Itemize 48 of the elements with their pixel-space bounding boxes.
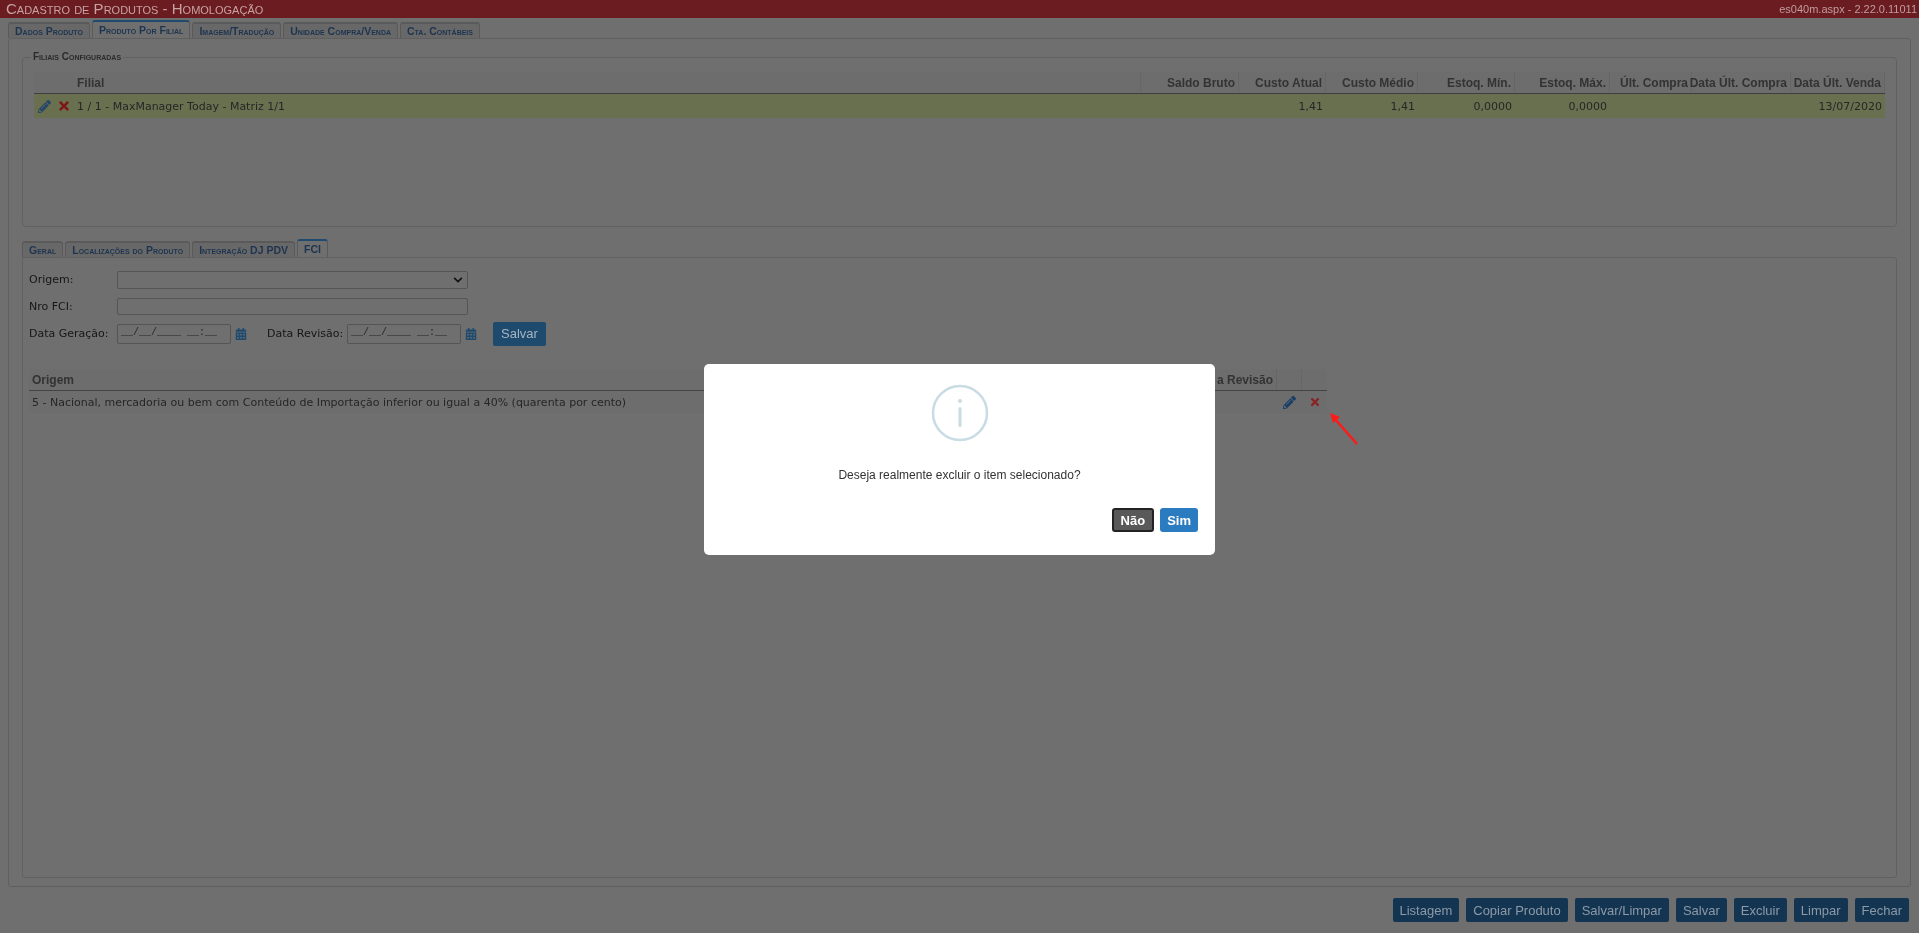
column-header: Custo Atual — [1255, 75, 1322, 90]
column-header: a Revisão — [1217, 372, 1274, 387]
table-cell: 0,0000 — [1568, 99, 1607, 113]
table-cell: 5 - Nacional, mercadoria ou bem com Conteúdo de Importação inferior ou igual a 40% (quarenta por cento) — [32, 395, 626, 409]
column-header: Estoq. Mín. — [1447, 75, 1511, 90]
footer-button[interactable]: Copiar Produto — [1466, 898, 1568, 922]
table-cell: 13/07/2020 — [1818, 99, 1882, 113]
field-label: Nro FCI: — [29, 300, 74, 313]
table-cell: 1,41 — [1298, 99, 1323, 113]
table-cell: 1,41 — [1390, 99, 1415, 113]
footer-button[interactable]: Salvar/Limpar — [1574, 898, 1669, 922]
panel-legend: Filiais Configuradas — [31, 51, 124, 62]
column-header: Data Últ. Compra — [1689, 75, 1787, 90]
page-title: Cadastro de Produtos - Homologação — [6, 0, 264, 18]
tab[interactable]: Dados Produto — [8, 22, 90, 38]
column-header: Últ. Compra — [1620, 75, 1688, 90]
footer-button[interactable]: Limpar — [1793, 898, 1848, 922]
date-field[interactable]: __/__/____ __:__ — [347, 323, 461, 344]
column-header: Saldo Bruto — [1167, 75, 1235, 90]
table-cell: 1 / 1 - MaxManager Today - Matriz 1/1 — [77, 99, 285, 113]
tab[interactable]: FCI — [297, 239, 328, 257]
tab[interactable]: Integração DJ PDV — [192, 241, 295, 257]
dialog-message: Deseja realmente excluir o item selecionado? — [838, 468, 1081, 482]
tab[interactable]: Cta. Contábeis — [400, 22, 480, 38]
table-cell: 0,0000 — [1473, 99, 1512, 113]
tab[interactable]: Unidade Compra/Venda — [283, 22, 398, 38]
footer-button[interactable]: Excluir — [1733, 898, 1787, 922]
column-header: Estoq. Máx. — [1539, 75, 1606, 90]
tab[interactable]: Imagem/Tradução — [192, 22, 282, 38]
footer-button[interactable]: Fechar — [1854, 898, 1909, 922]
field-label: Data Revisão: — [267, 327, 345, 340]
column-header: Filial — [77, 75, 105, 90]
column-header: Data Últ. Venda — [1793, 75, 1881, 90]
date-field[interactable]: __/__/____ __:__ — [117, 323, 231, 344]
field-label: Data Geração: — [29, 327, 110, 340]
footer-button[interactable]: Listagem — [1392, 898, 1460, 922]
save-button[interactable]: Salvar — [493, 321, 546, 346]
tab[interactable]: Geral — [22, 241, 64, 257]
version-label: es040m.aspx - 2.22.0.11011 — [1779, 3, 1917, 15]
cancel-button[interactable]: Não — [1111, 508, 1155, 532]
field-label: Origem: — [29, 273, 75, 286]
footer-button[interactable]: Salvar — [1675, 898, 1727, 922]
table-row[interactable]: 1 / 1 - MaxManager Today - Matriz 1/1 1,41 1,41 0,0000 0,0000 13/07/2020 — [34, 94, 1885, 118]
tab[interactable]: Produto Por Filial — [91, 20, 191, 38]
column-header: Custo Médio — [1342, 75, 1414, 90]
confirm-button[interactable]: Sim — [1160, 508, 1198, 532]
column-header: Origem — [32, 372, 74, 387]
tab[interactable]: Localizações do Produto — [65, 241, 191, 257]
